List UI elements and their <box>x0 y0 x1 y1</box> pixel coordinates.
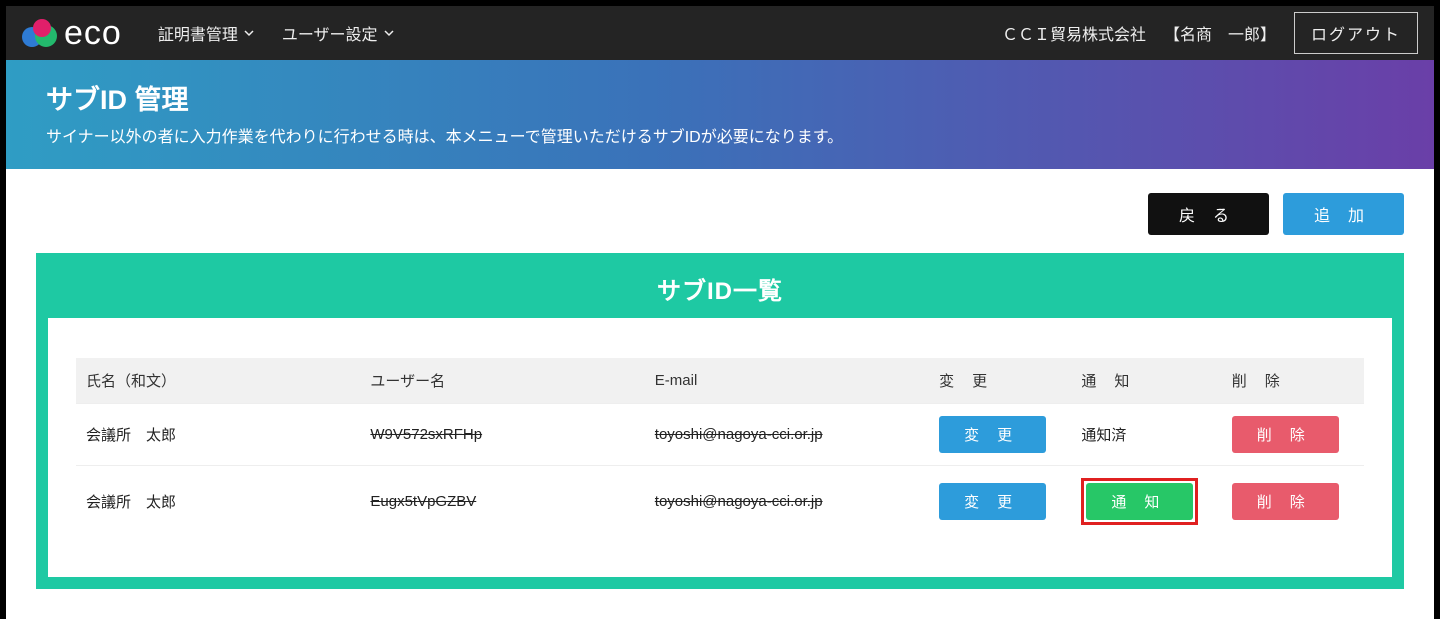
delete-button[interactable]: 削除 <box>1232 483 1339 520</box>
content-area: 戻る 追加 サブID一覧 氏名（和文） ユーザー名 E-mail 変更 通知 削… <box>6 169 1434 619</box>
page-title: サブID 管理 <box>46 78 1394 117</box>
cell-change: 変更 <box>929 466 1071 538</box>
change-button[interactable]: 変更 <box>939 483 1046 520</box>
logo[interactable]: eco <box>22 14 122 53</box>
panel-title: サブID一覧 <box>48 265 1392 318</box>
app-frame: eco 証明書管理 ユーザー設定 ＣＣＩ貿易株式会社 【名商 一郎】 ログアウト… <box>0 0 1440 596</box>
table-header-row: 氏名（和文） ユーザー名 E-mail 変更 通知 削除 <box>76 358 1364 404</box>
th-name: 氏名（和文） <box>76 358 360 404</box>
page-subtitle: サイナー以外の者に入力作業を代わりに行わせる時は、本メニューで管理いただけるサブ… <box>46 123 1394 147</box>
th-change: 変更 <box>929 358 1071 404</box>
cell-name: 会議所 太郎 <box>76 466 360 538</box>
nav-certificate-management[interactable]: 証明書管理 <box>144 6 268 60</box>
chevron-down-icon <box>384 28 394 38</box>
nav-user-settings-label: ユーザー設定 <box>282 21 378 45</box>
cell-username: Eugx5tVpGZBV <box>360 466 644 538</box>
action-button-row: 戻る 追加 <box>36 193 1404 235</box>
cell-delete: 削除 <box>1222 404 1364 466</box>
logout-button[interactable]: ログアウト <box>1294 12 1418 54</box>
logo-text: eco <box>64 14 122 53</box>
th-email: E-mail <box>645 358 929 404</box>
th-delete: 削除 <box>1222 358 1364 404</box>
nav-certificate-management-label: 証明書管理 <box>158 21 238 45</box>
notify-button[interactable]: 通知 <box>1086 483 1193 520</box>
subid-table: 氏名（和文） ユーザー名 E-mail 変更 通知 削除 会議所 太郎 W9V5… <box>76 358 1364 537</box>
panel-body: 氏名（和文） ユーザー名 E-mail 変更 通知 削除 会議所 太郎 W9V5… <box>48 318 1392 577</box>
notify-status: 通知済 <box>1081 427 1126 444</box>
cell-change: 変更 <box>929 404 1071 466</box>
cell-email: toyoshi@nagoya-cci.or.jp <box>645 466 929 538</box>
table-row: 会議所 太郎 Eugx5tVpGZBV toyoshi@nagoya-cci.o… <box>76 466 1364 538</box>
th-username: ユーザー名 <box>360 358 644 404</box>
cell-delete: 削除 <box>1222 466 1364 538</box>
page-header: サブID 管理 サイナー以外の者に入力作業を代わりに行わせる時は、本メニューで管… <box>6 60 1434 169</box>
add-button[interactable]: 追加 <box>1283 193 1404 235</box>
top-nav: eco 証明書管理 ユーザー設定 ＣＣＩ貿易株式会社 【名商 一郎】 ログアウト <box>6 6 1434 60</box>
change-button[interactable]: 変更 <box>939 416 1046 453</box>
cell-username: W9V572sxRFHp <box>360 404 644 466</box>
subid-panel: サブID一覧 氏名（和文） ユーザー名 E-mail 変更 通知 削除 <box>36 253 1404 589</box>
logo-cloud-icon <box>22 19 62 47</box>
cell-name: 会議所 太郎 <box>76 404 360 466</box>
back-button[interactable]: 戻る <box>1148 193 1269 235</box>
notify-highlight: 通知 <box>1081 478 1198 525</box>
th-notify: 通知 <box>1071 358 1221 404</box>
delete-button[interactable]: 削除 <box>1232 416 1339 453</box>
company-name: ＣＣＩ貿易株式会社 <box>1002 21 1146 45</box>
nav-right: ＣＣＩ貿易株式会社 【名商 一郎】 ログアウト <box>1002 12 1424 54</box>
table-row: 会議所 太郎 W9V572sxRFHp toyoshi@nagoya-cci.o… <box>76 404 1364 466</box>
cell-notify: 通知 <box>1071 466 1221 538</box>
cell-email: toyoshi@nagoya-cci.or.jp <box>645 404 929 466</box>
cell-notify: 通知済 <box>1071 404 1221 466</box>
nav-user-settings[interactable]: ユーザー設定 <box>268 6 408 60</box>
user-name: 【名商 一郎】 <box>1164 21 1276 45</box>
chevron-down-icon <box>244 28 254 38</box>
